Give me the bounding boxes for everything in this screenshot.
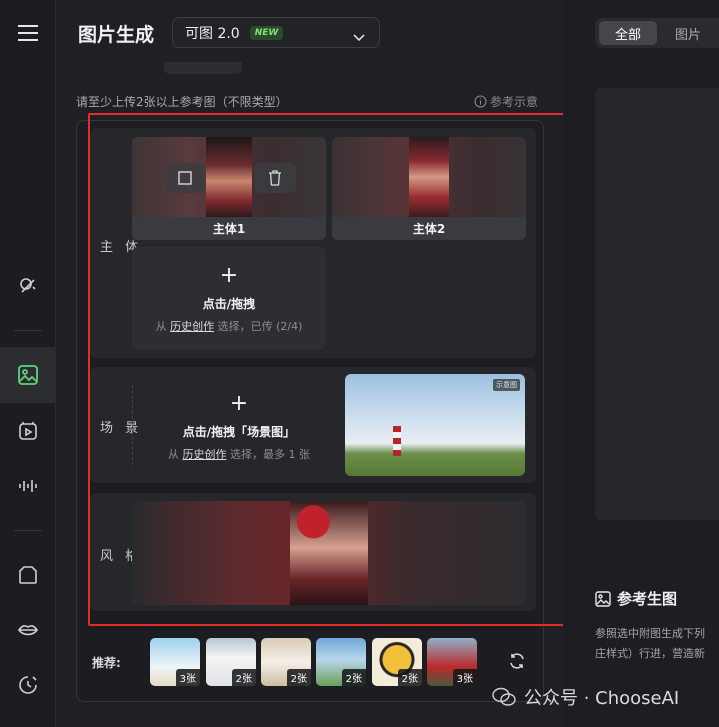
video-icon[interactable] bbox=[14, 417, 42, 445]
menu-icon[interactable] bbox=[14, 19, 42, 47]
collapsed-tab[interactable] bbox=[164, 62, 242, 74]
history-link[interactable]: 历史创作 bbox=[183, 448, 227, 461]
tab-all[interactable]: 全部 bbox=[599, 21, 657, 45]
style-image bbox=[290, 501, 368, 605]
subject-image-2 bbox=[409, 137, 449, 217]
recommend-thumb-1[interactable]: 3张 bbox=[150, 638, 200, 686]
clothes-icon[interactable] bbox=[14, 561, 42, 589]
scene-image-tag: 示意图 bbox=[493, 379, 520, 391]
wechat-icon bbox=[492, 687, 516, 706]
lips-icon[interactable] bbox=[14, 616, 42, 644]
reference-gen-desc: 参照选中附图生成下列 庄样式）行进，营造新 bbox=[595, 627, 705, 660]
subject-image-1 bbox=[206, 137, 252, 217]
subject-caption-1: 主体1 bbox=[132, 217, 326, 240]
plus-icon: + bbox=[229, 391, 249, 416]
trash-icon bbox=[269, 170, 281, 186]
reference-gen-title: 参考生图 bbox=[595, 588, 677, 609]
refresh-button[interactable] bbox=[508, 652, 526, 674]
subject-upload[interactable]: + 点击/拖拽 从 历史创作 选择，已传 (2/4) bbox=[132, 247, 326, 350]
history-link[interactable]: 历史创作 bbox=[170, 320, 214, 333]
refresh-icon bbox=[510, 653, 524, 669]
left-rail bbox=[0, 0, 56, 727]
recommend-thumb-2[interactable]: 2张 bbox=[206, 638, 256, 686]
model-select[interactable]: 可图 2.0 NEW bbox=[172, 17, 380, 48]
subject-tile-1[interactable]: 主体1 bbox=[132, 137, 326, 240]
upload-subtext: 从 历史创作 选择，已传 (2/4) bbox=[155, 320, 303, 333]
right-panel: 全部 图片 参考生图 参照选中附图生成下列 庄样式）行进，营造新 bbox=[563, 0, 719, 727]
style-tile[interactable] bbox=[132, 501, 526, 605]
crop-icon bbox=[178, 171, 192, 185]
filter-tabs: 全部 图片 bbox=[595, 18, 719, 48]
image-gen-icon[interactable] bbox=[14, 361, 42, 389]
model-name: 可图 2.0 bbox=[185, 25, 240, 42]
preview-area bbox=[595, 88, 719, 520]
new-badge: NEW bbox=[249, 25, 284, 40]
scene-image[interactable]: 示意图 bbox=[345, 374, 525, 476]
history-icon[interactable] bbox=[14, 671, 42, 699]
watermark: 公众号 · ChooseAI bbox=[492, 684, 679, 710]
style-section: 风 格 bbox=[90, 493, 536, 611]
main-panel: 图片生成 可图 2.0 NEW 请至少上传2张以上参考图（不限类型） 参考示意 … bbox=[56, 0, 563, 727]
plus-icon: + bbox=[219, 263, 239, 288]
tab-image[interactable]: 图片 bbox=[675, 21, 701, 45]
subject-section: 主 体 主体1 主体2 + 点击/拖拽 从 历史创作 选择，已传 (2/4) bbox=[90, 128, 536, 358]
recommend-label: 推荐: bbox=[92, 656, 121, 670]
subject-tile-2[interactable]: 主体2 bbox=[332, 137, 526, 240]
delete-button[interactable] bbox=[254, 163, 296, 193]
recommend-thumb-4[interactable]: 2张 bbox=[316, 638, 366, 686]
image-icon bbox=[595, 590, 611, 607]
upload-hint: 请至少上传2张以上参考图（不限类型） bbox=[76, 95, 288, 109]
magic-wand-icon[interactable] bbox=[14, 272, 42, 300]
recommend-thumb-3[interactable]: 2张 bbox=[261, 638, 311, 686]
recommend-thumb-5[interactable]: 2张 bbox=[372, 638, 422, 686]
lighthouse-shape bbox=[393, 426, 401, 456]
crop-button[interactable] bbox=[165, 163, 205, 193]
audio-icon[interactable] bbox=[14, 472, 42, 500]
upload-subtext: 从 历史创作 选择，最多 1 张 bbox=[168, 448, 310, 461]
reference-demo-link[interactable]: 参考示意 bbox=[474, 93, 538, 110]
upload-title: 点击/拖拽「场景图」 bbox=[182, 425, 296, 439]
page-title: 图片生成 bbox=[78, 24, 155, 46]
upload-title: 点击/拖拽 bbox=[202, 297, 256, 311]
scene-section: 场 景 + 点击/拖拽「场景图」 从 历史创作 选择，最多 1 张 示意图 bbox=[90, 367, 536, 483]
subject-caption-2: 主体2 bbox=[332, 217, 526, 240]
chevron-down-icon bbox=[353, 27, 365, 46]
info-icon bbox=[474, 95, 487, 108]
recommend-thumb-6[interactable]: 3张 bbox=[427, 638, 477, 686]
scene-upload[interactable]: + 点击/拖拽「场景图」 从 历史创作 选择，最多 1 张 bbox=[134, 377, 344, 473]
